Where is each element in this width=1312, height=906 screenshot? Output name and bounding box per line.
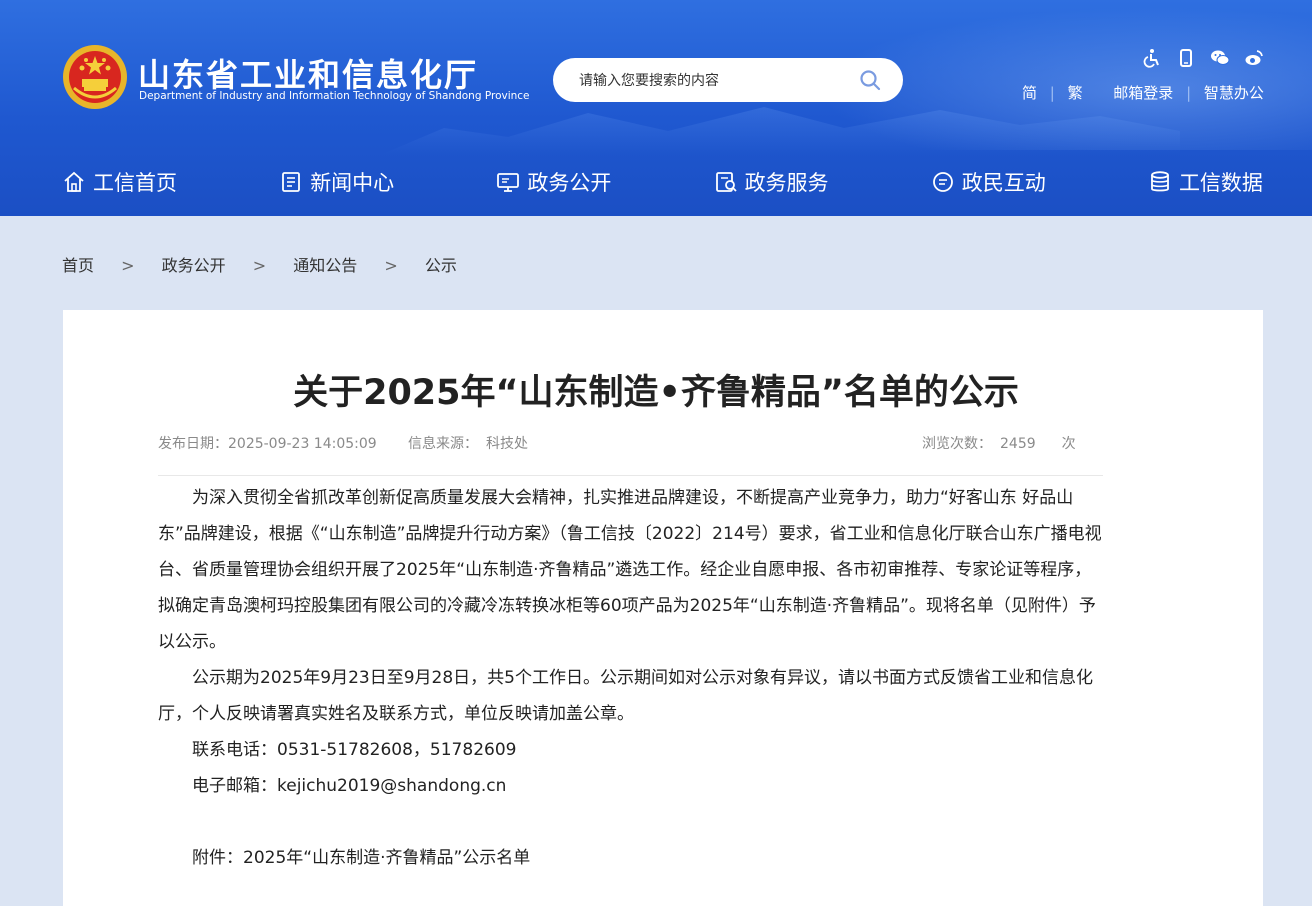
view-count-unit: 次 xyxy=(1061,436,1076,452)
nav-item-label: 新闻中心 xyxy=(310,171,395,195)
view-count-value: 2459 xyxy=(1000,436,1036,452)
site-header: 山东省工业和信息化厅 Department of Industry and In… xyxy=(0,0,1312,216)
monitor-icon xyxy=(497,173,520,192)
info-source-label: 信息来源： xyxy=(408,436,478,452)
toolbar-icons xyxy=(1142,48,1264,68)
breadcrumb-current[interactable]: 公示 xyxy=(425,252,457,276)
contact-phone: 联系电话：0531-51782608，51782609 xyxy=(192,740,517,760)
header-links: 简 | 繁 | 邮箱登录 | 智慧办公 xyxy=(1022,82,1264,103)
nav-item-label: 政务服务 xyxy=(744,171,829,195)
main-nav: 工信首页 新闻中心 政务公开 政务服务 政民互动 工信数据 xyxy=(62,160,1263,204)
publish-date-value: 2025-09-23 14:05:09 xyxy=(228,436,377,452)
search-box xyxy=(553,58,903,104)
weibo-icon[interactable] xyxy=(1244,48,1264,68)
simplified-chinese-link[interactable]: 简 xyxy=(1022,82,1037,103)
nav-item-interaction[interactable]: 政民互动 xyxy=(931,167,1046,197)
national-emblem-icon xyxy=(63,45,127,109)
link-separator: | xyxy=(1049,83,1055,102)
chat-icon xyxy=(932,172,953,192)
nav-item-label: 工信数据 xyxy=(1178,171,1263,195)
smart-office-link[interactable]: 智慧办公 xyxy=(1204,82,1264,103)
info-source-value: 科技处 xyxy=(486,436,528,452)
attachment-link[interactable]: 附件：2025年“山东制造·齐鲁精品”公示名单 xyxy=(158,840,1103,876)
nav-item-label: 政务公开 xyxy=(527,171,612,195)
article-title: 关于2025年“山东制造•齐鲁精品”名单的公示 xyxy=(293,373,1019,413)
breadcrumb-separator: > xyxy=(121,256,135,275)
breadcrumb: 首页 > 政务公开 > 通知公告 > 公示 xyxy=(62,252,457,276)
accessibility-icon[interactable] xyxy=(1142,48,1162,68)
nav-item-home[interactable]: 工信首页 xyxy=(62,167,177,197)
mailbox-login-link[interactable]: 邮箱登录 xyxy=(1113,82,1173,103)
mobile-icon[interactable] xyxy=(1176,48,1196,68)
meta-divider xyxy=(158,475,1103,476)
site-subtitle: Department of Industry and Information T… xyxy=(139,90,530,102)
service-icon xyxy=(715,172,737,192)
article-paragraph: 为深入贯彻全省抓改革创新促高质量发展大会精神，扎实推进品牌建设，不断提高产业竞争… xyxy=(158,488,1102,652)
home-icon xyxy=(64,171,84,192)
nav-item-label: 工信首页 xyxy=(93,171,177,195)
nav-item-gov-affairs[interactable]: 政务公开 xyxy=(496,167,611,197)
article-body: 为深入贯彻全省抓改革创新促高质量发展大会精神，扎实推进品牌建设，不断提高产业竞争… xyxy=(158,480,1103,876)
nav-item-gov-service[interactable]: 政务服务 xyxy=(714,167,829,197)
breadcrumb-gov-affairs[interactable]: 政务公开 xyxy=(162,252,226,276)
breadcrumb-home[interactable]: 首页 xyxy=(62,252,94,276)
search-input[interactable] xyxy=(577,58,851,104)
breadcrumb-notices[interactable]: 通知公告 xyxy=(293,252,357,276)
view-count-label: 浏览次数： xyxy=(922,436,992,452)
info-source: 信息来源： 科技处 xyxy=(408,433,528,453)
breadcrumb-separator: > xyxy=(252,256,267,275)
search-icon[interactable] xyxy=(859,69,881,91)
link-separator: | xyxy=(1186,83,1192,102)
database-icon xyxy=(1151,171,1169,192)
contact-email: 电子邮箱：kejichu2019@shandong.cn xyxy=(192,776,507,796)
traditional-chinese-link[interactable]: 繁 xyxy=(1068,82,1083,103)
nav-item-label: 政民互动 xyxy=(961,171,1046,195)
breadcrumb-separator: > xyxy=(384,256,398,275)
view-count: 浏览次数： 2459 次 xyxy=(922,433,1076,453)
nav-item-news[interactable]: 新闻中心 xyxy=(279,167,394,197)
news-icon xyxy=(282,172,301,192)
publish-date: 发布日期：2025-09-23 14:05:09 xyxy=(158,433,377,453)
article-paragraph: 公示期为2025年9月23日至9月28日，共5个工作日。公示期间如对公示对象有异… xyxy=(158,668,1093,724)
nav-item-data[interactable]: 工信数据 xyxy=(1148,167,1263,197)
wechat-icon[interactable] xyxy=(1210,48,1230,68)
publish-date-label: 发布日期： xyxy=(158,436,228,452)
